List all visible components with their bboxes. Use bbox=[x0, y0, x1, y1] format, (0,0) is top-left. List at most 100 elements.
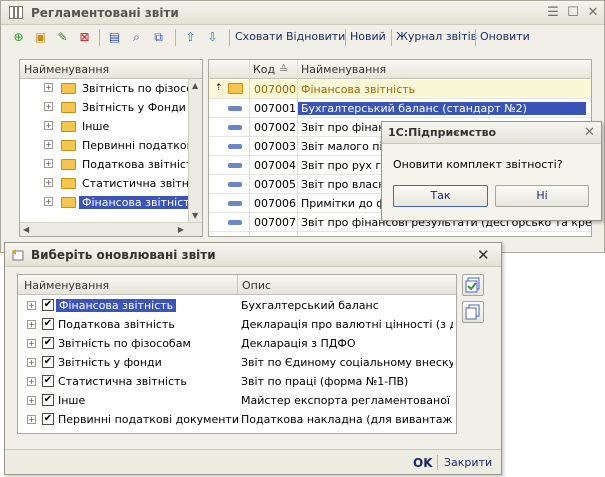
folder-icon bbox=[61, 197, 76, 208]
checkbox[interactable]: ✔ bbox=[42, 299, 54, 311]
scroll-down-icon[interactable]: ▼ bbox=[192, 211, 198, 220]
expand-icon[interactable]: + bbox=[44, 178, 53, 187]
new-button[interactable]: Новий bbox=[350, 30, 386, 43]
check-all-icon bbox=[465, 277, 480, 293]
confirm-dialog: 1С:Підприємство ✕ Оновити комплект звітн… bbox=[381, 121, 602, 221]
dialog-title-bar: 1С:Підприємство ✕ bbox=[382, 122, 601, 144]
tree-item[interactable]: + Звітність по фізособ bbox=[20, 80, 188, 99]
column-description: Опис bbox=[242, 279, 272, 292]
checkbox[interactable]: ✔ bbox=[42, 394, 54, 406]
refresh-icon bbox=[11, 248, 25, 261]
find-icon[interactable]: ⌕ bbox=[127, 28, 146, 47]
tree-item-selected[interactable]: + Фінансова звітніст bbox=[20, 194, 188, 213]
no-button[interactable]: Ні bbox=[495, 185, 589, 207]
report-icon bbox=[228, 125, 242, 130]
folder-icon bbox=[61, 83, 76, 94]
tree-item[interactable]: +Статистична звітніст bbox=[20, 175, 188, 194]
expand-icon[interactable]: + bbox=[27, 301, 36, 310]
journal-button[interactable]: Журнал звітів bbox=[396, 30, 477, 43]
expand-icon[interactable]: + bbox=[27, 415, 36, 424]
report-row[interactable]: + ✔ Фінансова звітність Бухгалтерський бала… bbox=[18, 296, 456, 315]
report-icon bbox=[228, 163, 242, 168]
hide-button[interactable]: Сховати bbox=[235, 30, 283, 43]
checkbox[interactable]: ✔ bbox=[42, 375, 54, 387]
expand-icon[interactable]: + bbox=[27, 396, 36, 405]
add-folder-icon[interactable]: ▣ bbox=[31, 28, 50, 47]
report-icon bbox=[228, 201, 242, 206]
report-row[interactable]: + ✔ Первинні податкові документи Податкова … bbox=[18, 410, 456, 429]
checkbox[interactable]: ✔ bbox=[42, 318, 54, 330]
close-icon[interactable]: ✕ bbox=[477, 246, 490, 264]
expand-icon[interactable]: + bbox=[44, 83, 53, 92]
expand-icon[interactable]: + bbox=[27, 320, 36, 329]
close-icon[interactable]: ✕ bbox=[584, 4, 602, 22]
maximize-icon[interactable]: ☐ bbox=[564, 4, 582, 22]
tree-item[interactable]: + Податкова звітність bbox=[20, 156, 188, 175]
column-name: Найменування bbox=[24, 279, 110, 292]
filter-icon[interactable]: ⧉ bbox=[149, 28, 168, 47]
reports-select-grid: Найменування Опис + ✔ Фінансова звітність Б… bbox=[17, 274, 457, 434]
report-row[interactable]: + ✔ Звітність у фонди Звіт по Єдиному соціа… bbox=[18, 353, 456, 372]
expand-icon[interactable]: + bbox=[27, 358, 36, 367]
folder-icon bbox=[61, 102, 76, 113]
close-button[interactable]: Закрити bbox=[444, 456, 492, 469]
checkbox[interactable]: ✔ bbox=[42, 356, 54, 368]
expand-icon[interactable]: + bbox=[44, 159, 53, 168]
expand-icon[interactable]: + bbox=[44, 121, 53, 130]
folder-icon bbox=[228, 83, 243, 94]
restore-button[interactable]: Відновити bbox=[286, 30, 345, 43]
report-icon bbox=[228, 144, 242, 149]
yes-button[interactable]: Так bbox=[393, 185, 488, 207]
arrow-down-icon[interactable]: ⇩ bbox=[203, 28, 222, 47]
tree-item[interactable]: + Звітність у Фонди bbox=[20, 99, 188, 118]
uncheck-all-icon bbox=[465, 304, 480, 320]
scroll-right-icon[interactable]: ▶ bbox=[178, 225, 184, 234]
expand-icon[interactable]: + bbox=[27, 339, 36, 348]
tree-vertical-scrollbar[interactable]: ▲ ▼ bbox=[188, 79, 202, 222]
report-row[interactable]: + ✔ Статистична звітність Звіт по праці (фо… bbox=[18, 372, 456, 391]
add-icon[interactable]: ⊕ bbox=[9, 28, 28, 47]
ok-button[interactable]: OK bbox=[413, 456, 433, 470]
report-icon bbox=[228, 220, 242, 225]
update-button[interactable]: Оновити bbox=[480, 30, 530, 43]
expand-icon[interactable]: + bbox=[44, 197, 53, 206]
expand-icon[interactable]: + bbox=[44, 140, 53, 149]
delete-icon[interactable]: ⊠ bbox=[75, 28, 94, 47]
tree-item[interactable]: +Первинні податкові д bbox=[20, 137, 188, 156]
table-row[interactable]: ⇡ 007000 Фінансова звітність bbox=[209, 80, 591, 99]
folder-icon bbox=[61, 121, 76, 132]
tree-item[interactable]: + Інше bbox=[20, 118, 188, 137]
checkbox[interactable]: ✔ bbox=[42, 337, 54, 349]
hierarchy-icon[interactable]: ▤ bbox=[105, 28, 124, 47]
scroll-up-icon[interactable]: ▲ bbox=[192, 81, 198, 90]
expand-icon[interactable]: + bbox=[44, 102, 53, 111]
footer-separator bbox=[437, 455, 438, 470]
checkbox[interactable]: ✔ bbox=[42, 413, 54, 425]
report-row[interactable]: +✔ІншеМайстер експорта регламентованої з… bbox=[18, 391, 456, 410]
report-row[interactable]: + ✔ Звітність по фізособам Декларація з ПДФ… bbox=[18, 334, 456, 353]
dialog-title-bar: Виберіть оновлювані звіти ✕ bbox=[5, 243, 501, 267]
report-row[interactable]: + ✔ Податкова звітність Декларація про валю… bbox=[18, 315, 456, 334]
edit-icon[interactable]: ✎ bbox=[53, 28, 72, 47]
menu-icon[interactable]: ☰ bbox=[544, 4, 562, 22]
column-name[interactable]: Найменування bbox=[301, 63, 386, 76]
column-code[interactable]: Код bbox=[253, 63, 275, 76]
table-row-selected[interactable]: 007001 Бухгалтерський баланс (стандарт №… bbox=[209, 99, 591, 118]
check-all-button[interactable] bbox=[462, 274, 484, 296]
report-icon bbox=[228, 182, 242, 187]
sort-icon[interactable]: ≙ bbox=[279, 63, 288, 76]
expand-icon[interactable]: + bbox=[27, 377, 36, 386]
up-level-icon[interactable]: ⇡ bbox=[215, 83, 223, 93]
window-title-bar: Регламентовані звіти ☰ ☐ ✕ bbox=[1, 1, 604, 25]
scroll-left-icon[interactable]: ◀ bbox=[23, 225, 29, 234]
uncheck-all-button[interactable] bbox=[462, 301, 484, 323]
folder-icon bbox=[61, 178, 76, 189]
window-title: Регламентовані звіти bbox=[31, 6, 179, 20]
folder-icon bbox=[61, 159, 76, 170]
toolbar: ⊕ ▣ ✎ ⊠ ▤ ⌕ ⧉ ⇧ ⇩ Сховати Відновити Нови… bbox=[5, 26, 602, 48]
arrow-up-icon[interactable]: ⇧ bbox=[181, 28, 200, 47]
tree-horizontal-scrollbar[interactable]: ◀ ▶ bbox=[20, 222, 202, 236]
select-reports-dialog: Виберіть оновлювані звіти ✕ Найменування… bbox=[4, 242, 502, 475]
groups-tree: Найменування + Звітність по фізособ + Звіт… bbox=[19, 59, 203, 237]
close-icon[interactable]: ✕ bbox=[584, 125, 595, 140]
